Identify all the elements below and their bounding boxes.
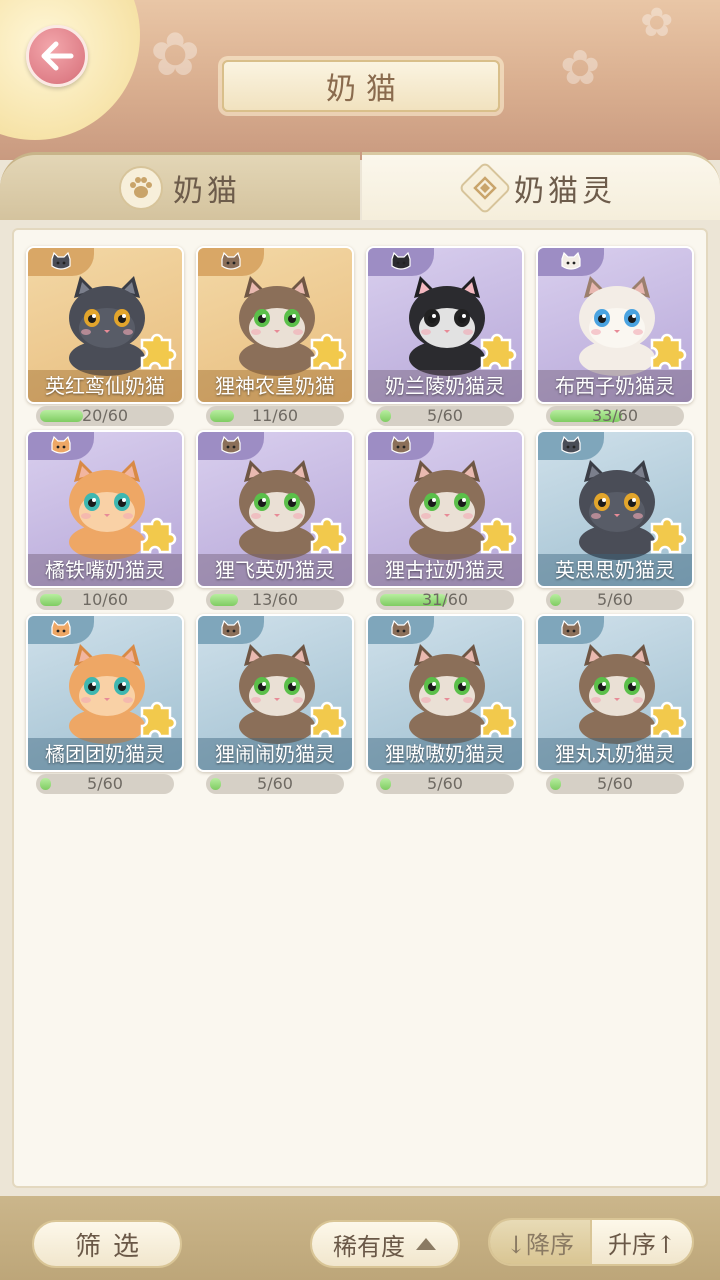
progress-text: 5/60 xyxy=(87,774,123,793)
puzzle-piece-icon xyxy=(480,701,517,738)
blossom-decoration: ✿ xyxy=(150,20,201,90)
cat-head-icon xyxy=(51,436,71,454)
rarity-label: 稀有度 xyxy=(333,1232,405,1261)
cat-card[interactable]: 狸神农皇奶猫 xyxy=(196,246,354,404)
progress-text: 33/60 xyxy=(591,406,639,425)
shard-progress-bar: 5/60 xyxy=(546,590,684,610)
blossom-decoration: ✿ xyxy=(560,40,601,96)
sort-ascending-button[interactable]: 升序↑ xyxy=(590,1220,692,1264)
back-arrow-icon xyxy=(41,41,74,71)
tab-label: 奶猫 xyxy=(173,173,241,209)
progress-text: 11/60 xyxy=(251,406,299,425)
progress-text: 5/60 xyxy=(597,774,633,793)
cat-name: 狸神农皇奶猫 xyxy=(198,370,352,402)
cat-name: 英红鸾仙奶猫 xyxy=(28,370,182,402)
title-plate: 奶猫 xyxy=(222,60,500,112)
cat-head-icon xyxy=(221,252,241,270)
puzzle-piece-icon xyxy=(310,701,347,738)
progress-text: 31/60 xyxy=(421,590,469,609)
shard-progress-bar: 33/60 xyxy=(546,406,684,426)
filter-button[interactable]: 筛选 xyxy=(32,1220,182,1268)
cat-head-icon xyxy=(391,436,411,454)
cat-head-icon xyxy=(51,620,71,638)
cat-name: 狸闹闹奶猫灵 xyxy=(198,738,352,770)
cat-head-icon xyxy=(51,252,71,270)
cat-head-icon xyxy=(561,436,581,454)
puzzle-piece-icon xyxy=(650,701,687,738)
cat-card[interactable]: 狸古拉奶猫灵 xyxy=(366,430,524,588)
shard-progress-bar: 11/60 xyxy=(206,406,344,426)
cat-name: 英思思奶猫灵 xyxy=(538,554,692,586)
cat-card[interactable]: 狸闹闹奶猫灵 xyxy=(196,614,354,772)
blossom-decoration: ✿ xyxy=(640,0,674,46)
shard-progress-bar: 13/60 xyxy=(206,590,344,610)
cat-name: 奶兰陵奶猫灵 xyxy=(368,370,522,402)
cat-card[interactable]: 英思思奶猫灵 xyxy=(536,430,694,588)
shard-progress-bar: 31/60 xyxy=(376,590,514,610)
tab-label: 奶猫灵 xyxy=(514,173,616,209)
puzzle-piece-icon xyxy=(140,333,177,370)
puzzle-piece-icon xyxy=(310,517,347,554)
puzzle-piece-icon xyxy=(480,333,517,370)
puzzle-piece-icon xyxy=(650,333,687,370)
shard-progress-bar: 20/60 xyxy=(36,406,174,426)
progress-text: 10/60 xyxy=(81,590,129,609)
header: ✿ ✿ ✿ 奶猫 xyxy=(0,0,720,160)
sort-order-toggle: ↓降序 升序↑ xyxy=(488,1218,694,1266)
cat-card[interactable]: 奶兰陵奶猫灵 xyxy=(366,246,524,404)
puzzle-piece-icon xyxy=(310,333,347,370)
diamond-emblem-icon xyxy=(458,160,512,215)
cat-head-icon xyxy=(221,620,241,638)
progress-text: 5/60 xyxy=(427,774,463,793)
cat-card[interactable]: 橘团团奶猫灵 xyxy=(26,614,184,772)
tab-bar: 奶猫 奶猫灵 xyxy=(0,152,720,220)
shard-progress-bar: 5/60 xyxy=(376,774,514,794)
paw-icon xyxy=(119,165,163,210)
puzzle-piece-icon xyxy=(650,517,687,554)
back-button[interactable] xyxy=(26,25,88,87)
cat-head-icon xyxy=(391,620,411,638)
progress-text: 20/60 xyxy=(81,406,129,425)
cat-head-icon xyxy=(561,620,581,638)
progress-text: 5/60 xyxy=(597,590,633,609)
cat-name: 橘团团奶猫灵 xyxy=(28,738,182,770)
cat-name: 狸嗷嗷奶猫灵 xyxy=(368,738,522,770)
tab-milk-cat-spirit[interactable]: 奶猫灵 xyxy=(362,152,720,220)
puzzle-piece-icon xyxy=(140,517,177,554)
sort-descending-button[interactable]: ↓降序 xyxy=(490,1220,590,1264)
shard-progress-bar: 10/60 xyxy=(36,590,174,610)
triangle-up-icon xyxy=(416,1238,436,1250)
cat-card[interactable]: 狸嗷嗷奶猫灵 xyxy=(366,614,524,772)
cat-name: 狸丸丸奶猫灵 xyxy=(538,738,692,770)
cat-name: 狸古拉奶猫灵 xyxy=(368,554,522,586)
cat-card[interactable]: 狸丸丸奶猫灵 xyxy=(536,614,694,772)
cat-card[interactable]: 布西子奶猫灵 xyxy=(536,246,694,404)
collection-panel: 英红鸾仙奶猫 20/60 狸神农皇奶猫 11/60 奶兰陵奶猫灵 5/60 布西子奶猫灵 33… xyxy=(12,228,708,1188)
cat-name: 橘铁嘴奶猫灵 xyxy=(28,554,182,586)
shard-progress-bar: 5/60 xyxy=(376,406,514,426)
cat-name: 狸飞英奶猫灵 xyxy=(198,554,352,586)
puzzle-piece-icon xyxy=(480,517,517,554)
cat-card[interactable]: 橘铁嘴奶猫灵 xyxy=(26,430,184,588)
cat-card[interactable]: 英红鸾仙奶猫 xyxy=(26,246,184,404)
cat-name: 布西子奶猫灵 xyxy=(538,370,692,402)
progress-text: 5/60 xyxy=(427,406,463,425)
tab-milk-cat[interactable]: 奶猫 xyxy=(0,152,360,220)
page-title: 奶猫 xyxy=(326,72,406,107)
progress-text: 5/60 xyxy=(257,774,293,793)
cat-head-icon xyxy=(391,252,411,270)
shard-progress-bar: 5/60 xyxy=(206,774,344,794)
cat-card[interactable]: 狸飞英奶猫灵 xyxy=(196,430,354,588)
rarity-sort-button[interactable]: 稀有度 xyxy=(310,1220,460,1268)
shard-progress-bar: 5/60 xyxy=(546,774,684,794)
progress-text: 13/60 xyxy=(251,590,299,609)
puzzle-piece-icon xyxy=(140,701,177,738)
cat-head-icon xyxy=(221,436,241,454)
cat-head-icon xyxy=(561,252,581,270)
shard-progress-bar: 5/60 xyxy=(36,774,174,794)
